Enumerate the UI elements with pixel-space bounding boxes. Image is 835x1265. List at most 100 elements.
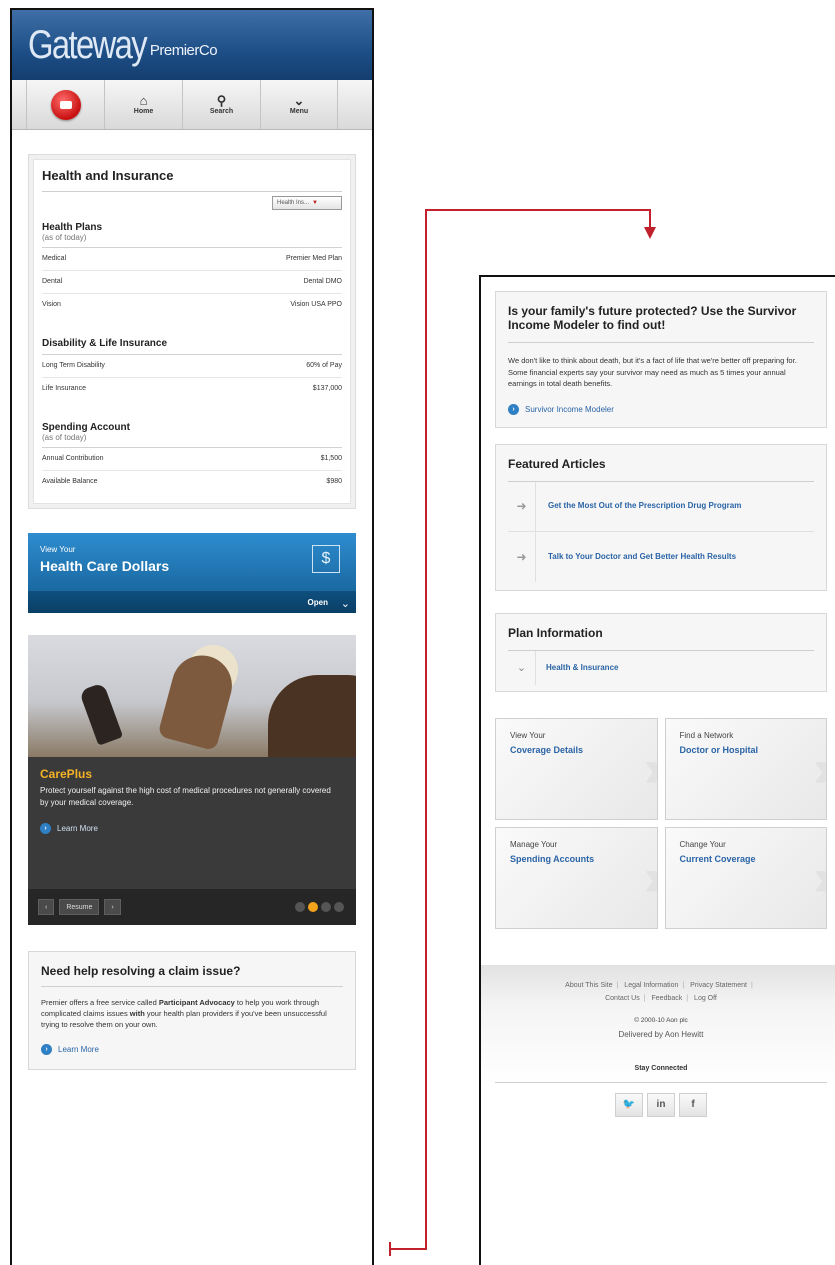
- nav-search-button[interactable]: ⚲ Search: [182, 80, 260, 129]
- info-icon: ›: [40, 823, 51, 834]
- footer-link[interactable]: Contact Us: [605, 995, 640, 1002]
- carousel-controls: ‹ Resume ›: [28, 889, 356, 925]
- chevron-right-icon: ››: [643, 739, 657, 798]
- open-button[interactable]: Open: [308, 598, 328, 607]
- carousel-next-button[interactable]: ›: [104, 899, 121, 915]
- tile-title: Doctor or Hospital: [679, 744, 759, 755]
- panel-title: Health and Insurance: [42, 168, 342, 192]
- chevron-right-icon: ››: [813, 739, 826, 798]
- powered-by: Delivered by Aon Hewitt: [618, 1029, 704, 1039]
- row-label: Life Insurance: [42, 385, 86, 392]
- chevron-down-icon[interactable]: ⌄: [341, 597, 350, 610]
- nav-bar: ⌂ Home ⚲ Search ⌄ Menu: [12, 80, 372, 130]
- survivor-modeler-link[interactable]: › Survivor Income Modeler: [508, 403, 814, 415]
- careplus-carousel: CarePlus Protect yourself against the hi…: [28, 635, 356, 925]
- linkedin-icon[interactable]: in: [647, 1092, 675, 1117]
- nav-search-label: Search: [209, 108, 234, 115]
- twitter-icon[interactable]: 🐦: [615, 1092, 643, 1117]
- tile-pretitle: Change Your: [679, 839, 726, 849]
- banner-title: Health Care Dollars: [40, 558, 170, 574]
- flow-connector: [649, 209, 651, 229]
- plan-info-label: Health & Insurance: [546, 663, 619, 672]
- carousel-dot[interactable]: [295, 902, 305, 912]
- help-learn-more-link[interactable]: › Learn More: [41, 1044, 343, 1055]
- row-value: Dental DMO: [303, 278, 342, 285]
- tile-spending-accounts[interactable]: ›› Manage Your Spending Accounts: [495, 826, 658, 929]
- carousel-prev-button[interactable]: ‹: [38, 899, 55, 915]
- learn-more-label: Learn More: [58, 1045, 99, 1054]
- stay-connected-label: Stay Connected: [495, 1065, 827, 1083]
- row-label: Medical: [42, 255, 67, 262]
- table-row: Available Balance $980: [42, 470, 342, 493]
- tile-change-coverage[interactable]: ›› Change Your Current Coverage: [664, 826, 827, 929]
- search-icon: ⚲: [216, 93, 227, 108]
- social-links: 🐦 in f: [495, 1092, 827, 1117]
- row-label: Available Balance: [42, 478, 98, 485]
- health-care-dollars-banner[interactable]: View Your Health Care Dollars $ Open ⌄: [28, 533, 356, 613]
- table-row: Life Insurance $137,000: [42, 377, 342, 400]
- row-value: $1,500: [320, 455, 342, 462]
- chevron-right-icon: ››: [643, 848, 657, 907]
- carousel-dot[interactable]: [334, 902, 344, 912]
- flow-connector: [425, 209, 651, 211]
- featured-title: Featured Articles: [508, 457, 814, 482]
- right-content: Is your family's future protected? Use t…: [481, 277, 835, 929]
- stop-icon: [50, 89, 81, 120]
- nav-home-label: Home: [133, 108, 154, 115]
- section-subtitle: (as of today): [42, 233, 87, 242]
- nav-menu-button[interactable]: ⌄ Menu: [260, 80, 338, 129]
- brand-logo[interactable]: Gateway: [28, 23, 148, 68]
- claim-help-box: Need help resolving a claim issue? Premi…: [28, 951, 356, 1070]
- carousel-resume-button[interactable]: Resume: [59, 899, 100, 915]
- tile-find-doctor[interactable]: ›› Find a Network Doctor or Hospital: [664, 717, 827, 820]
- footer-link[interactable]: About This Site: [565, 982, 612, 989]
- article-link[interactable]: ➜ Get the Most Out of the Prescription D…: [508, 481, 814, 532]
- table-row: Vision Vision USA PPO: [42, 293, 342, 316]
- tile-title: Coverage Details: [510, 744, 584, 755]
- tile-title: Current Coverage: [679, 853, 756, 864]
- flow-arrow-icon: [644, 227, 656, 239]
- row-value: $980: [326, 478, 342, 485]
- help-title: Need help resolving a claim issue?: [41, 964, 343, 987]
- flow-connector: [425, 209, 427, 1250]
- facebook-icon[interactable]: f: [679, 1092, 707, 1117]
- featured-articles-box: Featured Articles ➜ Get the Most Out of …: [495, 443, 827, 591]
- row-value: Vision USA PPO: [290, 301, 342, 308]
- tile-coverage-details[interactable]: ›› View Your Coverage Details: [495, 717, 658, 820]
- info-icon: ›: [508, 403, 519, 415]
- footer-link[interactable]: Log Off: [694, 995, 717, 1002]
- plan-info-item[interactable]: ⌄ Health & Insurance: [508, 650, 814, 685]
- article-link[interactable]: ➜ Talk to Your Doctor and Get Better Hea…: [508, 531, 814, 582]
- copyright: © 2000-10 Aon plc: [634, 1016, 688, 1024]
- row-value: $137,000: [312, 385, 342, 392]
- carousel-dot-active[interactable]: [308, 902, 318, 912]
- brand-header: Gateway PremierCo: [12, 10, 372, 80]
- table-row: Dental Dental DMO: [42, 270, 342, 293]
- carousel-dots: [295, 902, 344, 912]
- tile-pretitle: View Your: [510, 730, 546, 740]
- survivor-text: We don't like to think about death, but …: [508, 356, 797, 388]
- nav-menu-label: Menu: [289, 108, 309, 115]
- family-photo: [28, 635, 356, 757]
- section-title: Spending Account: [42, 422, 130, 433]
- dropdown-arrow-icon: ▼: [312, 200, 318, 206]
- arrow-right-icon: ➜: [508, 481, 536, 531]
- carousel-dot[interactable]: [321, 902, 331, 912]
- footer-link[interactable]: Privacy Statement: [690, 982, 747, 989]
- help-text: Premier offers a free service called Par…: [41, 998, 327, 1029]
- careplus-learn-more-link[interactable]: › Learn More: [40, 823, 98, 834]
- brand-company: PremierCo: [149, 41, 218, 59]
- footer-link[interactable]: Legal Information: [624, 982, 678, 989]
- plan-select[interactable]: Health Ins... ▼: [272, 196, 342, 210]
- table-row: Annual Contribution $1,500: [42, 447, 342, 470]
- section-subtitle: (as of today): [42, 433, 87, 442]
- info-icon: ›: [41, 1044, 52, 1055]
- footer-link[interactable]: Feedback: [652, 995, 683, 1002]
- section-title: Disability & Life Insurance: [42, 338, 168, 349]
- row-value: 60% of Pay: [306, 362, 342, 369]
- tile-title: Spending Accounts: [510, 853, 595, 864]
- nav-stop-button[interactable]: [26, 80, 104, 129]
- table-row: Long Term Disability 60% of Pay: [42, 354, 342, 377]
- nav-home-button[interactable]: ⌂ Home: [104, 80, 182, 129]
- article-label: Get the Most Out of the Prescription Dru…: [548, 501, 742, 510]
